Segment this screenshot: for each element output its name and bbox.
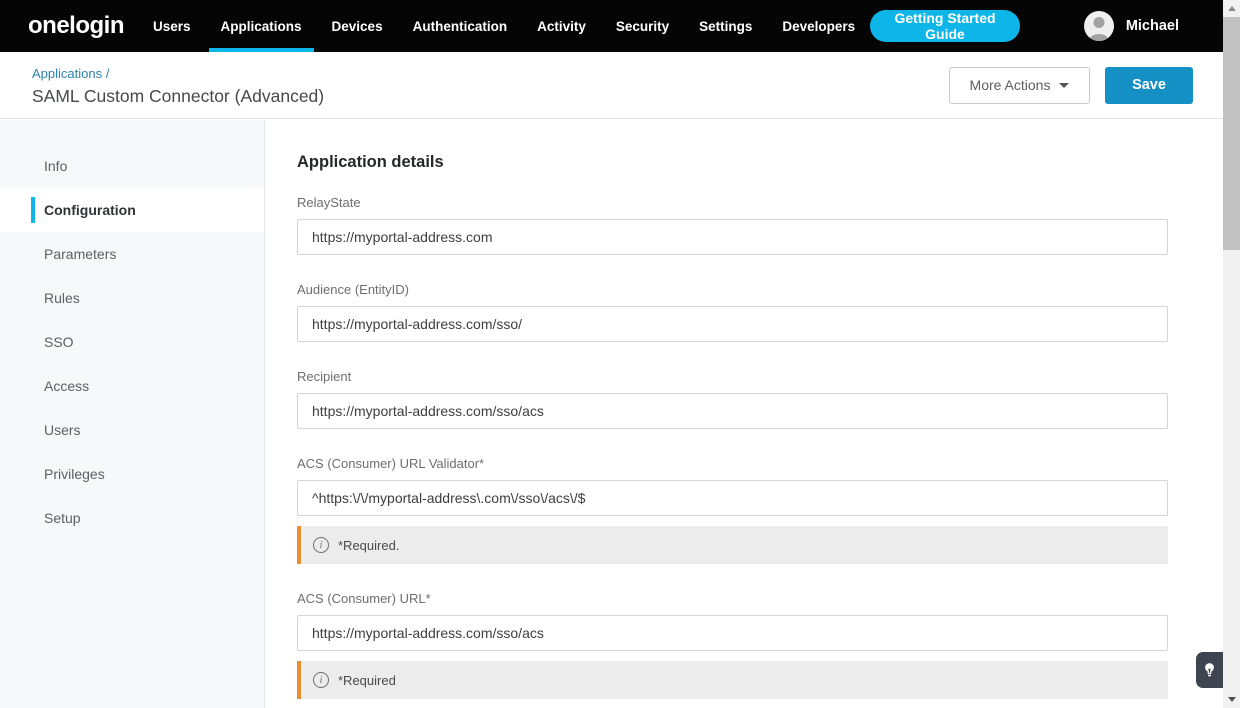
required-note-text: *Required. xyxy=(338,538,399,553)
nav-item-activity[interactable]: Activity xyxy=(522,0,601,52)
acs-url-input[interactable] xyxy=(297,615,1168,651)
nav-item-authentication[interactable]: Authentication xyxy=(398,0,523,52)
save-button[interactable]: Save xyxy=(1105,67,1193,104)
audience-label: Audience (EntityID) xyxy=(297,282,1168,297)
main-panel: Application details RelayState Audience … xyxy=(265,120,1223,708)
sidebar-item-privileges[interactable]: Privileges xyxy=(0,452,264,496)
acs-url-validator-input[interactable] xyxy=(297,480,1168,516)
lightbulb-icon xyxy=(1203,662,1216,678)
recipient-label: Recipient xyxy=(297,369,1168,384)
header-actions: More Actions Save xyxy=(949,67,1193,104)
nav-item-settings[interactable]: Settings xyxy=(684,0,767,52)
onelogin-logo[interactable]: onelogin xyxy=(28,12,124,40)
info-icon: i xyxy=(313,672,329,688)
help-lightbulb-button[interactable] xyxy=(1196,652,1223,688)
required-note-2: i *Required xyxy=(297,661,1168,699)
sidebar-item-parameters[interactable]: Parameters xyxy=(0,232,264,276)
primary-nav: Users Applications Devices Authenticatio… xyxy=(138,0,870,52)
nav-item-users[interactable]: Users xyxy=(138,0,206,52)
field-group-relaystate: RelayState xyxy=(297,195,1168,255)
sidebar-item-users[interactable]: Users xyxy=(0,408,264,452)
page-header: Applications / SAML Custom Connector (Ad… xyxy=(0,52,1223,119)
relaystate-label: RelayState xyxy=(297,195,1168,210)
more-actions-label: More Actions xyxy=(970,77,1051,93)
avatar-person-icon xyxy=(1093,17,1104,28)
page-title: SAML Custom Connector (Advanced) xyxy=(32,86,324,107)
required-note: i *Required. xyxy=(297,526,1168,564)
getting-started-guide-button[interactable]: Getting Started Guide xyxy=(870,10,1020,42)
sidebar: Info Configuration Parameters Rules SSO … xyxy=(0,120,265,708)
relaystate-input[interactable] xyxy=(297,219,1168,255)
sidebar-item-info[interactable]: Info xyxy=(0,144,264,188)
scrollbar-down-arrow[interactable] xyxy=(1223,691,1240,708)
sidebar-item-rules[interactable]: Rules xyxy=(0,276,264,320)
avatar-person-icon-body xyxy=(1089,34,1109,41)
page-titles: Applications / SAML Custom Connector (Ad… xyxy=(32,64,324,107)
avatar[interactable] xyxy=(1084,11,1114,41)
recipient-input[interactable] xyxy=(297,393,1168,429)
vertical-scrollbar[interactable] xyxy=(1223,0,1240,708)
field-group-acs-url: ACS (Consumer) URL* i *Required xyxy=(297,591,1168,699)
sidebar-item-sso[interactable]: SSO xyxy=(0,320,264,364)
acs-url-validator-label: ACS (Consumer) URL Validator* xyxy=(297,456,1168,471)
chevron-down-icon xyxy=(1059,83,1069,88)
field-group-recipient: Recipient xyxy=(297,369,1168,429)
scrollbar-up-arrow[interactable] xyxy=(1223,0,1240,17)
breadcrumb[interactable]: Applications / xyxy=(32,66,324,81)
content-area: Info Configuration Parameters Rules SSO … xyxy=(0,120,1223,708)
info-icon: i xyxy=(313,537,329,553)
sidebar-item-access[interactable]: Access xyxy=(0,364,264,408)
user-name: Michael xyxy=(1126,18,1179,34)
audience-input[interactable] xyxy=(297,306,1168,342)
user-menu[interactable]: Michael xyxy=(1084,11,1223,41)
nav-item-applications[interactable]: Applications xyxy=(206,0,317,52)
section-heading: Application details xyxy=(297,153,1168,172)
nav-item-developers[interactable]: Developers xyxy=(767,0,870,52)
required-note-text-2: *Required xyxy=(338,673,396,688)
acs-url-label: ACS (Consumer) URL* xyxy=(297,591,1168,606)
scrollbar-thumb[interactable] xyxy=(1223,17,1240,250)
field-group-audience: Audience (EntityID) xyxy=(297,282,1168,342)
field-group-acs-url-validator: ACS (Consumer) URL Validator* i *Require… xyxy=(297,456,1168,564)
nav-item-devices[interactable]: Devices xyxy=(317,0,398,52)
top-navbar: onelogin Users Applications Devices Auth… xyxy=(0,0,1223,52)
more-actions-button[interactable]: More Actions xyxy=(949,67,1090,104)
sidebar-item-setup[interactable]: Setup xyxy=(0,496,264,540)
nav-item-security[interactable]: Security xyxy=(601,0,684,52)
sidebar-item-configuration[interactable]: Configuration xyxy=(0,188,264,232)
